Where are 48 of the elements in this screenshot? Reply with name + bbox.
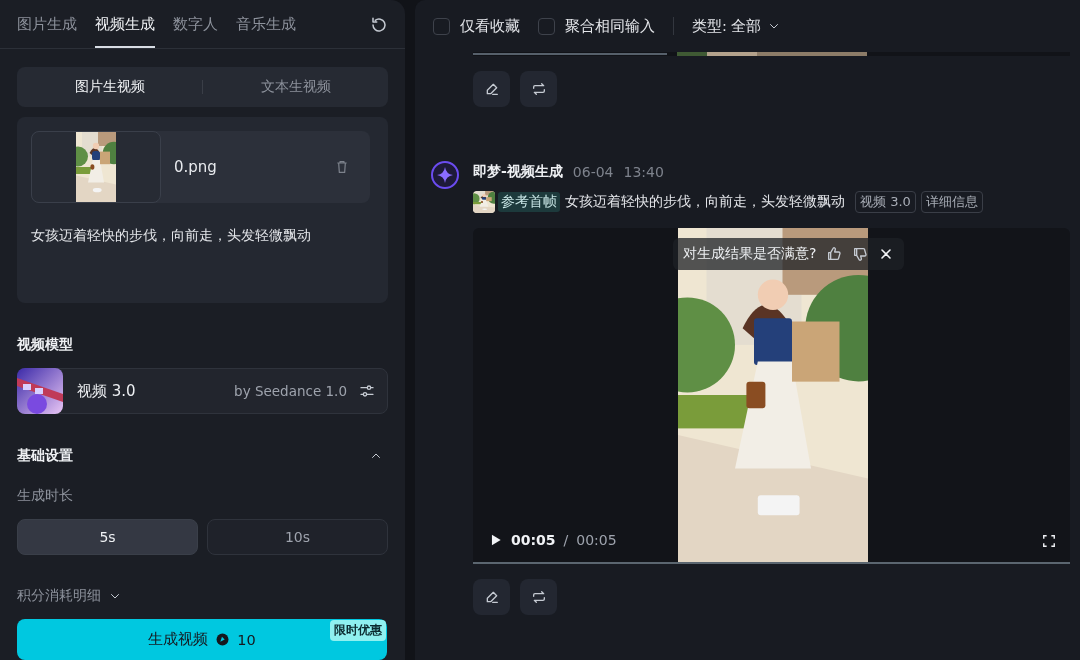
mode-tab[interactable]: 文本生视频 [203, 67, 388, 107]
sparkle-avatar-icon [431, 161, 459, 189]
fullscreen-icon[interactable] [1042, 534, 1056, 548]
coin-icon [216, 633, 230, 646]
file-name: 0.png [174, 158, 217, 176]
edit-button[interactable] [473, 71, 510, 107]
regenerate-button[interactable] [520, 579, 557, 615]
time-separator: / [563, 532, 569, 548]
refresh-icon[interactable] [370, 16, 388, 34]
reference-label: 参考首帧 [498, 192, 560, 212]
date-text: 06-04 [572, 164, 614, 180]
regenerate-button[interactable] [520, 71, 557, 107]
sliders-icon [359, 383, 375, 399]
nav-tab[interactable]: 音乐生成 [236, 15, 296, 48]
filter-checkbox[interactable]: 聚合相同输入 [538, 16, 655, 36]
nav-tab[interactable]: 视频生成 [95, 15, 155, 48]
field-label: 生成时长 [17, 487, 74, 505]
repeat-icon [530, 589, 547, 605]
prompt-text: 女孩迈着轻快的步伐，向前走，头发轻微飘动 [31, 227, 312, 245]
prompt-text: 女孩迈着轻快的步伐，向前走，头发轻微飘动 [565, 193, 845, 211]
current-time: 00:05 [511, 532, 556, 548]
trash-icon[interactable] [334, 159, 350, 175]
edit-button[interactable] [473, 579, 510, 615]
author-name: 即梦-视频生成 [473, 163, 563, 181]
duration-time: 00:05 [576, 532, 617, 548]
model-provider: by Seedance 1.0 [234, 383, 347, 399]
cost-details-toggle[interactable]: 积分消耗明细 [17, 587, 127, 605]
section-title: 视频模型 [17, 336, 74, 354]
generate-button[interactable]: 生成视频 10 限时优惠 [17, 619, 387, 660]
thumbs-up-icon[interactable] [826, 246, 843, 262]
type-filter[interactable]: 类型: 全部 [692, 16, 786, 36]
mode-tab[interactable]: 图片生视频 [17, 67, 202, 107]
play-icon[interactable] [489, 533, 503, 547]
section-title: 基础设置 [17, 447, 73, 465]
filter-checkbox[interactable]: 仅看收藏 [433, 16, 520, 36]
model-selector[interactable]: 视频 3.0 by Seedance 1.0 [17, 368, 388, 414]
info-tag[interactable]: 视频 3.0 [855, 191, 916, 213]
info-tag[interactable]: 详细信息 [920, 191, 983, 213]
time-text: 13:40 [623, 164, 664, 180]
model-name: 视频 3.0 [77, 381, 136, 401]
duration-option[interactable]: 10s [207, 519, 388, 555]
promo-badge: 限时优惠 [330, 620, 386, 641]
nav-tab[interactable]: 图片生成 [17, 15, 77, 48]
repeat-icon [530, 81, 547, 97]
feedback-question: 对生成结果是否满意? [683, 245, 817, 263]
thumbs-down-icon[interactable] [852, 246, 869, 262]
nav-tab[interactable]: 数字人 [173, 15, 218, 48]
duration-option[interactable]: 5s [17, 519, 198, 555]
